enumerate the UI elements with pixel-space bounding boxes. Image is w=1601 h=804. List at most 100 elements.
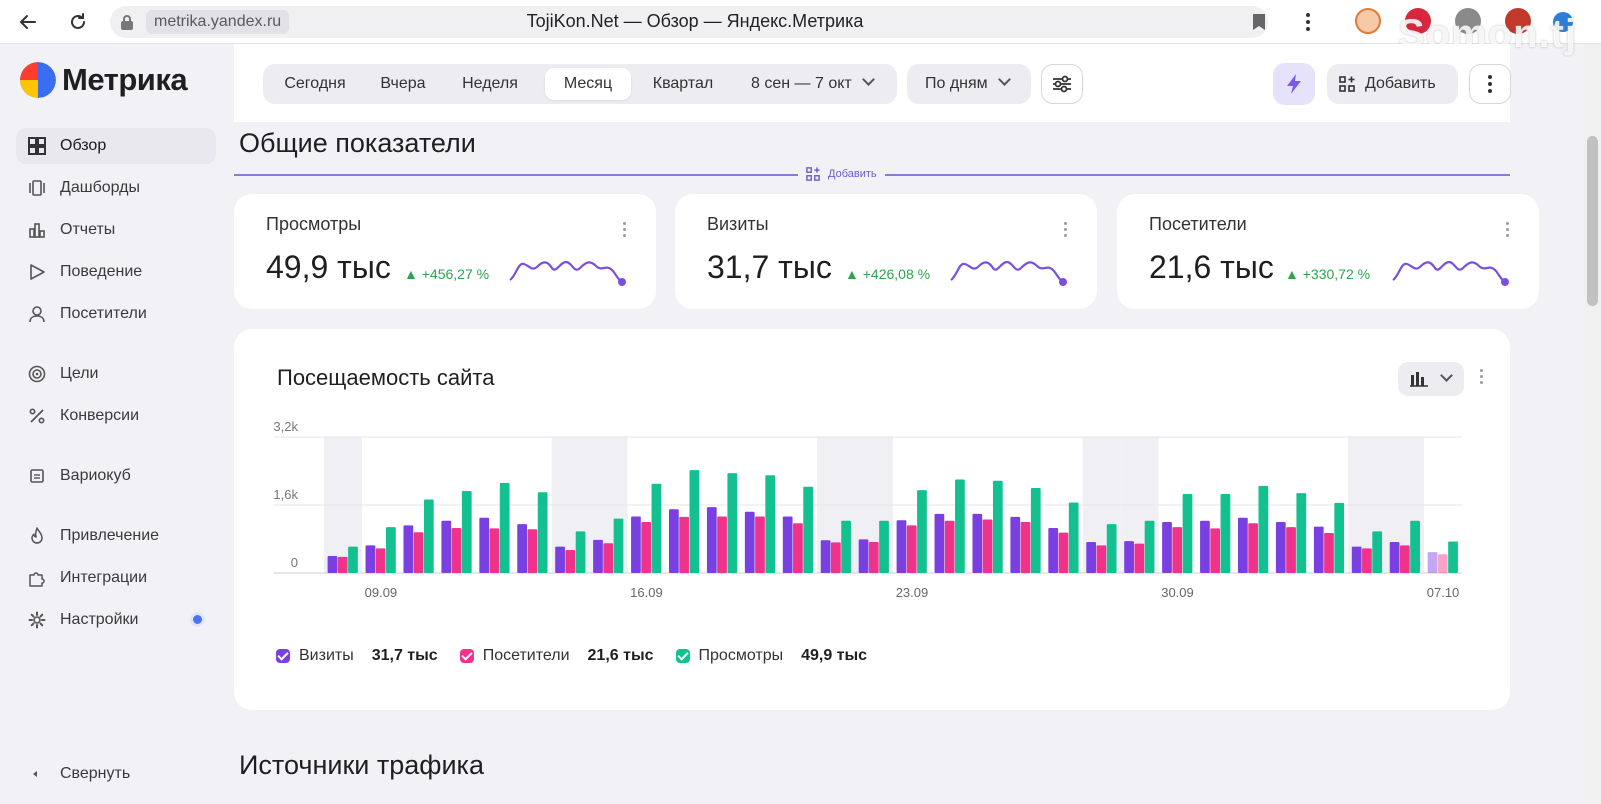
- bar-Визиты[interactable]: [858, 539, 869, 573]
- bar-Посетители[interactable]: [1324, 533, 1334, 573]
- bar-Посетители[interactable]: [337, 556, 348, 573]
- bar-Просмотры[interactable]: [1068, 502, 1079, 573]
- scrollbar-thumb[interactable]: [1587, 136, 1598, 306]
- bar-Посетители[interactable]: [1437, 554, 1448, 573]
- bar-Посетители[interactable]: [1134, 543, 1145, 573]
- bar-Визиты[interactable]: [555, 546, 565, 573]
- extension-icon[interactable]: [1355, 8, 1381, 34]
- legend-item-pageviews[interactable]: Просмотры 49,9 тыс: [675, 647, 867, 665]
- bar-Посетители[interactable]: [1172, 527, 1183, 573]
- bar-Посетители[interactable]: [830, 542, 841, 573]
- date-range-picker[interactable]: 8 сен — 7 окт: [751, 68, 875, 100]
- sidebar-item-variocube[interactable]: Вариокуб: [16, 458, 216, 494]
- bar-Посетители[interactable]: [451, 527, 462, 573]
- bar-Просмотры[interactable]: [1334, 502, 1345, 573]
- bar-Просмотры[interactable]: [1030, 488, 1041, 573]
- period-today-button[interactable]: Сегодня: [267, 68, 363, 100]
- bar-Визиты[interactable]: [1238, 517, 1248, 573]
- bar-Просмотры[interactable]: [992, 480, 1003, 573]
- metric-more-button[interactable]: [1064, 222, 1067, 237]
- bar-Просмотры[interactable]: [917, 490, 927, 573]
- metric-card-pageviews[interactable]: Просмотры 49,9 тыс ▲ +456,27 %: [234, 194, 656, 309]
- quick-action-button[interactable]: [1273, 63, 1315, 105]
- bar-Просмотры[interactable]: [461, 490, 472, 573]
- bar-Визиты[interactable]: [1351, 546, 1362, 573]
- bar-Просмотры[interactable]: [841, 520, 851, 573]
- bar-Просмотры[interactable]: [386, 527, 396, 573]
- bar-Посетители[interactable]: [679, 516, 689, 573]
- bar-Визиты[interactable]: [1124, 541, 1134, 573]
- bar-Визиты[interactable]: [365, 545, 376, 573]
- bar-Визиты[interactable]: [669, 509, 679, 573]
- bar-Визиты[interactable]: [1010, 516, 1021, 573]
- bar-Просмотры[interactable]: [613, 518, 624, 573]
- collapse-sidebar-button[interactable]: Свернуть: [30, 765, 130, 783]
- bar-Просмотры[interactable]: [1410, 520, 1420, 573]
- section-add-button[interactable]: Добавить: [798, 164, 885, 184]
- period-quarter-button[interactable]: Квартал: [633, 68, 733, 100]
- bookmark-icon[interactable]: [1247, 10, 1271, 34]
- bar-Посетители[interactable]: [1248, 523, 1258, 573]
- bar-Просмотры[interactable]: [689, 470, 700, 573]
- bar-Просмотры[interactable]: [1144, 520, 1155, 573]
- bar-Просмотры[interactable]: [1106, 524, 1117, 573]
- bar-Посетители[interactable]: [489, 528, 500, 573]
- bar-Посетители[interactable]: [868, 541, 879, 573]
- bar-Посетители[interactable]: [413, 532, 424, 573]
- bar-Посетители[interactable]: [755, 516, 765, 573]
- bar-Визиты[interactable]: [896, 520, 907, 573]
- sidebar-item-integrations[interactable]: Интеграции: [16, 560, 216, 596]
- bar-Визиты[interactable]: [1313, 526, 1324, 573]
- bar-Просмотры[interactable]: [651, 483, 662, 573]
- bar-Визиты[interactable]: [1427, 552, 1438, 573]
- bar-Просмотры[interactable]: [765, 475, 776, 573]
- bar-Визиты[interactable]: [934, 513, 945, 573]
- bar-Визиты[interactable]: [479, 517, 490, 573]
- bar-Посетители[interactable]: [1210, 528, 1221, 573]
- bar-Просмотры[interactable]: [1296, 493, 1307, 573]
- sidebar-item-behavior[interactable]: Поведение: [16, 254, 216, 290]
- bar-Просмотры[interactable]: [1372, 531, 1383, 573]
- bar-Просмотры[interactable]: [423, 499, 434, 573]
- metric-card-visitors[interactable]: Посетители 21,6 тыс ▲ +330,72 %: [1117, 194, 1539, 309]
- bar-Визиты[interactable]: [1275, 522, 1286, 573]
- bar-Визиты[interactable]: [1162, 522, 1172, 573]
- legend-item-visitors[interactable]: Посетители 21,6 тыс: [459, 647, 654, 665]
- period-week-button[interactable]: Неделя: [443, 68, 537, 100]
- bar-Просмотры[interactable]: [575, 531, 586, 573]
- sidebar-item-goals[interactable]: Цели: [16, 356, 216, 392]
- bar-Посетители[interactable]: [603, 543, 614, 573]
- bar-Визиты[interactable]: [593, 539, 603, 573]
- bar-Визиты[interactable]: [631, 516, 641, 573]
- bar-Посетители[interactable]: [641, 522, 652, 573]
- bar-Просмотры[interactable]: [1220, 493, 1231, 573]
- bar-Посетители[interactable]: [1286, 527, 1296, 573]
- metric-more-button[interactable]: [1506, 222, 1509, 237]
- bar-Посетители[interactable]: [375, 548, 386, 573]
- bar-Посетители[interactable]: [527, 529, 538, 573]
- metric-more-button[interactable]: [623, 222, 626, 237]
- bar-Визиты[interactable]: [820, 540, 831, 573]
- filters-button[interactable]: [1041, 64, 1083, 104]
- bar-Визиты[interactable]: [744, 511, 755, 573]
- bar-Визиты[interactable]: [403, 525, 414, 573]
- bar-Просмотры[interactable]: [1448, 541, 1458, 573]
- bar-Просмотры[interactable]: [1258, 485, 1269, 573]
- bar-Посетители[interactable]: [717, 516, 727, 573]
- metric-card-visits[interactable]: Визиты 31,7 тыс ▲ +426,08 %: [675, 194, 1097, 309]
- back-arrow-icon[interactable]: [16, 10, 40, 34]
- bar-Визиты[interactable]: [327, 556, 338, 573]
- bar-Посетители[interactable]: [1058, 532, 1069, 573]
- page-scrollbar[interactable]: [1584, 44, 1601, 804]
- bar-Просмотры[interactable]: [537, 492, 548, 573]
- browser-menu-icon[interactable]: [1296, 10, 1320, 34]
- bar-Просмотры[interactable]: [1182, 493, 1193, 573]
- bar-Визиты[interactable]: [1389, 541, 1400, 573]
- bar-Визиты[interactable]: [1048, 527, 1059, 573]
- sidebar-item-acquisition[interactable]: Привлечение: [16, 518, 216, 554]
- bar-Посетители[interactable]: [944, 520, 955, 573]
- bar-Посетители[interactable]: [793, 523, 803, 573]
- grouping-select[interactable]: По дням: [907, 64, 1031, 104]
- period-yesterday-button[interactable]: Вчера: [363, 68, 443, 100]
- bar-Визиты[interactable]: [1200, 520, 1210, 573]
